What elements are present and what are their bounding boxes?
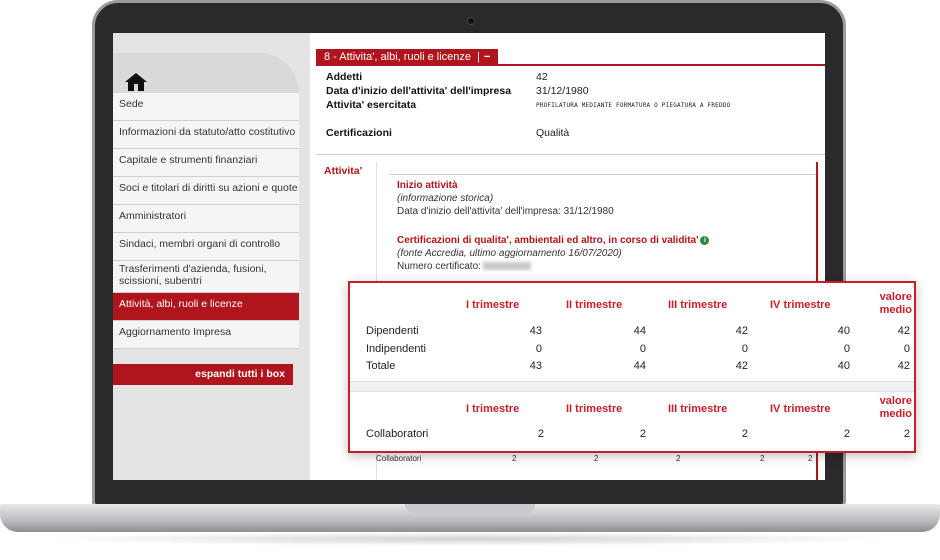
- dip-avg: 42: [897, 325, 910, 337]
- inizio-title: Inizio attività: [397, 180, 458, 191]
- table-separator: [350, 381, 914, 392]
- collab-header-medio: medio: [879, 408, 912, 420]
- laptop-notch: [405, 504, 535, 514]
- header-valore-medio: valore medio: [872, 291, 912, 317]
- tot-q4: 40: [837, 360, 850, 372]
- laptop-shadow: [40, 532, 900, 546]
- cert-value: Qualità: [536, 127, 570, 139]
- laptop-mockup: Sede Informazioni da statuto/atto costit…: [0, 0, 940, 560]
- header-valore: valore: [879, 291, 912, 303]
- ind-avg: 0: [903, 343, 910, 355]
- section-tab-label: 8 - Attivita', albi, ruoli e licenze: [324, 51, 472, 63]
- mini-collab-v5: 2: [808, 454, 813, 463]
- sidebar-item-statuto[interactable]: Informazioni da statuto/atto costitutivo: [113, 121, 299, 149]
- collapse-icon[interactable]: −: [484, 51, 490, 63]
- header-q2: II trimestre: [566, 299, 623, 311]
- tot-q2: 44: [633, 360, 646, 372]
- numero-line: Numero certificato:: [397, 261, 531, 272]
- tot-q3: 42: [735, 360, 748, 372]
- sidebar-item-sindaci[interactable]: Sindaci, membri organi di controllo: [113, 233, 299, 261]
- sidebar-item-attivita[interactable]: Attività, albi, ruoli e licenze: [113, 293, 299, 321]
- col-q2: 2: [639, 428, 646, 440]
- ind-q2: 0: [639, 343, 646, 355]
- storica-note: (informazione storica): [397, 193, 494, 204]
- dip-q3: 42: [735, 325, 748, 337]
- mini-collab-v1: 2: [512, 454, 517, 463]
- row-label-dipendenti: Dipendenti: [366, 325, 419, 337]
- sidebar-item-trasferimenti[interactable]: Trasferimenti d'azienda, fusioni, scissi…: [113, 261, 299, 293]
- dip-q1: 43: [529, 325, 542, 337]
- info-icon[interactable]: i: [700, 235, 710, 245]
- row-label-indipendenti: Indipendenti: [366, 343, 426, 355]
- sidebar-item-soci[interactable]: Soci e titolari di diritti su azioni e q…: [113, 177, 299, 205]
- esercitata-value: PROFILATURA MEDIANTE FORMATURA O PIEGATU…: [536, 102, 731, 109]
- data-line: Data d'inizio dell'attivita' dell'impres…: [397, 206, 614, 217]
- row-label-totale: Totale: [366, 360, 396, 372]
- header-medio: medio: [879, 304, 912, 316]
- tab-separator: |: [477, 51, 480, 63]
- dip-q2: 44: [633, 325, 646, 337]
- mini-collab-v2: 2: [594, 454, 599, 463]
- col-q4: 2: [843, 428, 850, 440]
- collab-header-q4: IV trimestre: [770, 403, 831, 415]
- header-q1: I trimestre: [466, 299, 520, 311]
- section-label: Attivita': [324, 165, 363, 177]
- sidebar: Sede Informazioni da statuto/atto costit…: [113, 33, 310, 480]
- numero-label: Numero certificato:: [397, 261, 481, 272]
- tot-avg: 42: [897, 360, 910, 372]
- cert-label: Certificazioni: [326, 127, 392, 139]
- addetti-label: Addetti: [326, 71, 363, 83]
- cert-title: Certificazioni di qualita', ambientali e…: [397, 235, 710, 246]
- section-tabbar: 8 - Attivita', albi, ruoli e licenze | −: [316, 49, 825, 66]
- ind-q4: 0: [843, 343, 850, 355]
- collab-header-valore: valore: [879, 395, 912, 407]
- section-tab[interactable]: 8 - Attivita', albi, ruoli e licenze | −: [316, 49, 499, 66]
- sidebar-menu: Sede Informazioni da statuto/atto costit…: [113, 93, 299, 349]
- collab-header-valore-medio: valore medio: [872, 395, 912, 421]
- addetti-table-popup: I trimestre II trimestre III trimestre I…: [348, 281, 916, 453]
- mini-collab-v4: 2: [760, 454, 765, 463]
- header-q4: IV trimestre: [770, 299, 831, 311]
- inizio-value: 31/12/1980: [536, 85, 589, 97]
- collab-header-q1: I trimestre: [466, 403, 520, 415]
- ind-q3: 0: [741, 343, 748, 355]
- sidebar-item-aggiornamento[interactable]: Aggiornamento Impresa: [113, 321, 299, 349]
- fonte-note: (fonte Accredia, ultimo aggiornamento 16…: [397, 248, 622, 259]
- redacted-number: [482, 262, 531, 271]
- addetti-value: 42: [536, 71, 548, 83]
- esercitata-label: Attivita' esercitata: [326, 99, 417, 111]
- sidebar-item-sede[interactable]: Sede: [113, 93, 299, 121]
- detail-divider: [389, 174, 819, 175]
- mini-collab-label: Collaboratori: [376, 454, 422, 463]
- ind-q1: 0: [535, 343, 542, 355]
- row-label-collaboratori: Collaboratori: [366, 428, 429, 440]
- collab-header-q3: III trimestre: [668, 403, 728, 415]
- sidebar-item-capitale[interactable]: Capitale e strumenti finanziari: [113, 149, 299, 177]
- camera-icon: [467, 17, 475, 25]
- cert-title-text: Certificazioni di qualita', ambientali e…: [397, 235, 699, 246]
- divider: [316, 154, 825, 155]
- inizio-label: Data d'inizio dell'attivita' dell'impres…: [326, 85, 512, 97]
- dip-q4: 40: [837, 325, 850, 337]
- expand-all-button[interactable]: espandi tutti i box: [113, 364, 293, 385]
- collab-header-q2: II trimestre: [566, 403, 623, 415]
- header-q3: III trimestre: [668, 299, 728, 311]
- col-q3: 2: [741, 428, 748, 440]
- col-q1: 2: [537, 428, 544, 440]
- tot-q1: 43: [529, 360, 542, 372]
- mini-collab-v3: 2: [676, 454, 681, 463]
- home-icon[interactable]: [125, 73, 147, 91]
- sidebar-item-amministratori[interactable]: Amministratori: [113, 205, 299, 233]
- col-avg: 2: [903, 428, 910, 440]
